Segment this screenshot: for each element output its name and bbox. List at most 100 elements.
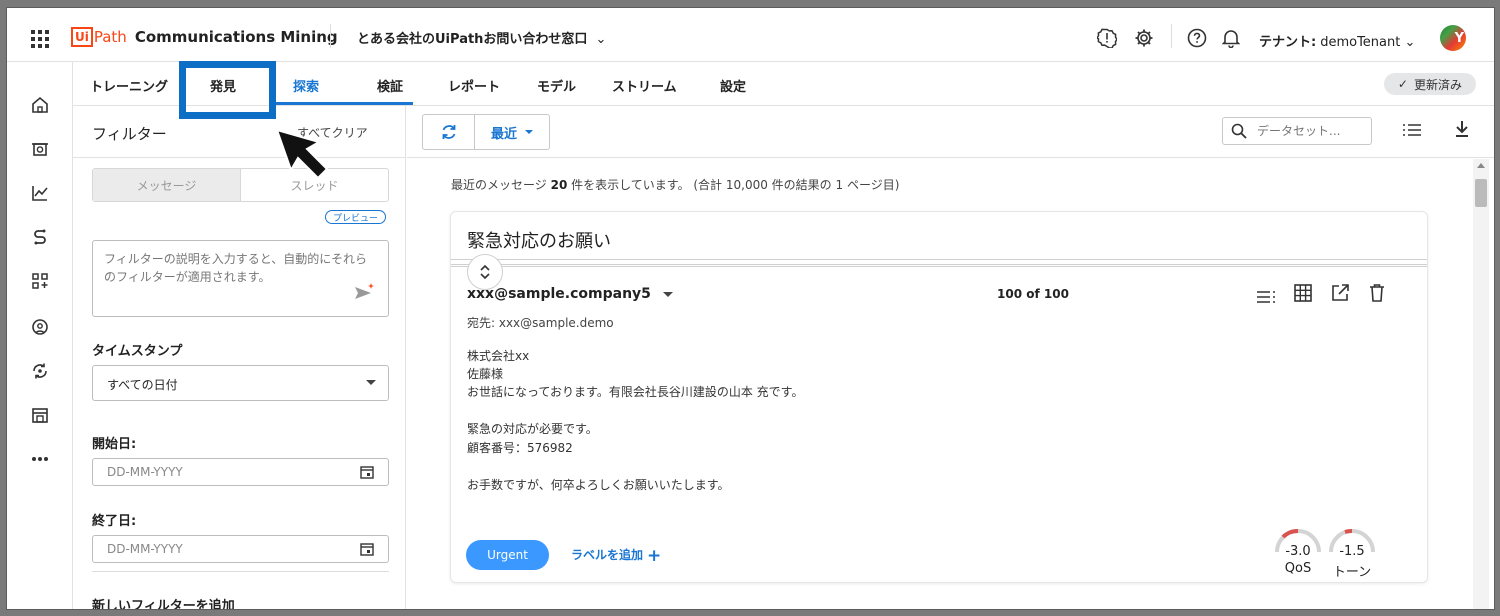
- add-filter-button[interactable]: 新しいフィルターを追加: [92, 595, 235, 609]
- results-toolbar: 最近: [407, 106, 1494, 158]
- sort-group: 最近: [422, 114, 550, 150]
- caret-down-icon: [525, 130, 533, 134]
- status-badge: ✓ 更新済み: [1383, 73, 1476, 95]
- alert-icon[interactable]: [1097, 28, 1117, 48]
- chevron-down-icon: ⌄: [595, 32, 607, 47]
- uipath-logo[interactable]: Ui Path Communications Mining: [71, 26, 338, 48]
- tone-label: トーン: [1332, 565, 1372, 580]
- tab-explore[interactable]: 探索: [293, 76, 319, 95]
- end-date-placeholder: DD-MM-YYYY: [107, 542, 183, 556]
- tab-models[interactable]: モデル: [537, 76, 576, 95]
- sources-icon[interactable]: [29, 316, 51, 338]
- body-line: 佐藤様: [467, 367, 504, 381]
- calendar-icon[interactable]: [360, 465, 374, 482]
- label-chip-urgent[interactable]: Urgent: [466, 540, 549, 570]
- results-count: 20: [550, 178, 568, 192]
- dataset-search[interactable]: [1222, 117, 1372, 145]
- scrollbar-thumb[interactable]: [1475, 179, 1487, 207]
- plus-icon: +: [647, 546, 662, 566]
- ai-send-icon[interactable]: [354, 281, 376, 306]
- settings-gear-icon[interactable]: [1134, 28, 1154, 48]
- project-name: とある会社のUiPathお問い合わせ窓口: [357, 32, 588, 47]
- sender-dropdown[interactable]: xxx@sample.company5: [467, 286, 673, 302]
- delete-trash-icon[interactable]: [1369, 284, 1385, 306]
- tone-value: -1.5: [1339, 544, 1365, 559]
- expand-thread-button[interactable]: [467, 254, 503, 290]
- logo-ui: Ui: [71, 27, 93, 47]
- refresh-button[interactable]: [423, 115, 475, 149]
- help-icon[interactable]: [1187, 28, 1207, 48]
- tone-gauge: -1.5 トーン: [1327, 528, 1377, 580]
- app-launcher-icon[interactable]: [31, 30, 49, 48]
- home-icon[interactable]: [29, 94, 51, 116]
- scrollbar[interactable]: [1473, 159, 1489, 609]
- scroll-up-icon[interactable]: [1477, 163, 1485, 168]
- sections-icon[interactable]: [1257, 288, 1275, 307]
- tenant-selector[interactable]: テナント: demoTenant ⌄: [1259, 31, 1415, 50]
- top-bar: Ui Path Communications Mining とある会社のUiPa…: [7, 8, 1494, 62]
- mouse-pointer-icon: [275, 128, 337, 190]
- product-name: Communications Mining: [134, 28, 338, 46]
- recipient-line: 宛先: xxx@sample.demo: [467, 316, 614, 330]
- message-subject: 緊急対応のお願い: [467, 231, 611, 252]
- integrations-icon[interactable]: [29, 270, 51, 292]
- sort-label: 最近: [490, 126, 517, 142]
- tab-training[interactable]: トレーニング: [90, 76, 168, 95]
- list-view-icon[interactable]: [1403, 122, 1421, 141]
- active-tab-indicator: [271, 102, 413, 105]
- results-suffix: 件を表示しています。 (合計 10,000 件の結果の 1 ページ目): [571, 178, 900, 192]
- qos-gauge: -3.0 QoS: [1273, 528, 1323, 576]
- divider: [1171, 24, 1172, 48]
- preview-badge: プレビュー: [325, 210, 387, 224]
- notifications-bell-icon[interactable]: [1221, 28, 1241, 48]
- filter-description-placeholder: フィルターの説明を入力すると、自動的にそれらのフィルターが適用されます。: [104, 252, 368, 284]
- results-summary: 最近のメッセージ 20 件を表示しています。 (合計 10,000 件の結果の …: [451, 176, 899, 193]
- filter-title: フィルター: [92, 125, 167, 143]
- caret-down-icon: [662, 291, 673, 297]
- calendar-icon[interactable]: [360, 542, 374, 559]
- app-window: Ui Path Communications Mining とある会社のUiPa…: [6, 7, 1495, 610]
- tab-validation[interactable]: 検証: [377, 76, 403, 95]
- body-line: お手数ですが、何卒よろしくお願いいたします。: [467, 478, 730, 492]
- filter-panel: フィルター すべてクリア メッセージ スレッド プレビュー フィルターの説明を入…: [73, 106, 406, 609]
- add-label-button[interactable]: ラベルを追加 +: [571, 546, 661, 566]
- results-area: 最近のメッセージ 20 件を表示しています。 (合計 10,000 件の結果の …: [407, 159, 1473, 609]
- user-avatar[interactable]: Y: [1440, 25, 1466, 51]
- sync-settings-icon[interactable]: [29, 360, 51, 382]
- project-selector[interactable]: とある会社のUiPathお問い合わせ窓口 ⌄: [357, 28, 606, 47]
- streams-icon[interactable]: [29, 226, 51, 248]
- filter-description-input[interactable]: フィルターの説明を入力すると、自動的にそれらのフィルターが適用されます。: [92, 240, 389, 317]
- dataset-icon[interactable]: [29, 138, 51, 160]
- message-card[interactable]: 緊急対応のお願い xxx@sample.company5 100 of 100 …: [450, 211, 1428, 583]
- start-date-placeholder: DD-MM-YYYY: [107, 465, 183, 479]
- divider: [330, 24, 331, 48]
- table-grid-icon[interactable]: [1294, 284, 1312, 306]
- end-date-field[interactable]: DD-MM-YYYY: [92, 535, 389, 563]
- body-line: 株式会社xx: [467, 349, 530, 363]
- store-icon[interactable]: [29, 404, 51, 426]
- chevron-down-icon: ⌄: [1400, 35, 1416, 50]
- search-icon: [1231, 123, 1247, 139]
- segment-messages[interactable]: メッセージ: [93, 169, 241, 201]
- tab-streams[interactable]: ストリーム: [612, 76, 677, 95]
- sort-dropdown[interactable]: 最近: [475, 115, 549, 149]
- view-toggle: メッセージ スレッド: [92, 168, 389, 202]
- body-line: 顧客番号：576982: [467, 441, 573, 455]
- timestamp-value: すべての日付: [107, 378, 178, 392]
- more-icon[interactable]: [29, 448, 51, 470]
- timestamp-select[interactable]: すべての日付: [92, 365, 389, 401]
- search-input[interactable]: [1257, 124, 1357, 138]
- analytics-chart-icon[interactable]: [29, 182, 51, 204]
- qos-label: QoS: [1284, 561, 1312, 576]
- tab-settings[interactable]: 設定: [720, 76, 746, 95]
- start-date-field[interactable]: DD-MM-YYYY: [92, 458, 389, 486]
- open-external-icon[interactable]: [1331, 284, 1349, 306]
- download-icon[interactable]: [1455, 120, 1469, 142]
- divider: [92, 571, 389, 572]
- check-icon: ✓: [1397, 77, 1408, 91]
- thread-separator: [451, 259, 1427, 267]
- tab-reports[interactable]: レポート: [448, 76, 500, 95]
- tenant-label: テナント:: [1259, 35, 1317, 50]
- message-position: 100 of 100: [997, 287, 1069, 301]
- status-text: 更新済み: [1413, 77, 1462, 92]
